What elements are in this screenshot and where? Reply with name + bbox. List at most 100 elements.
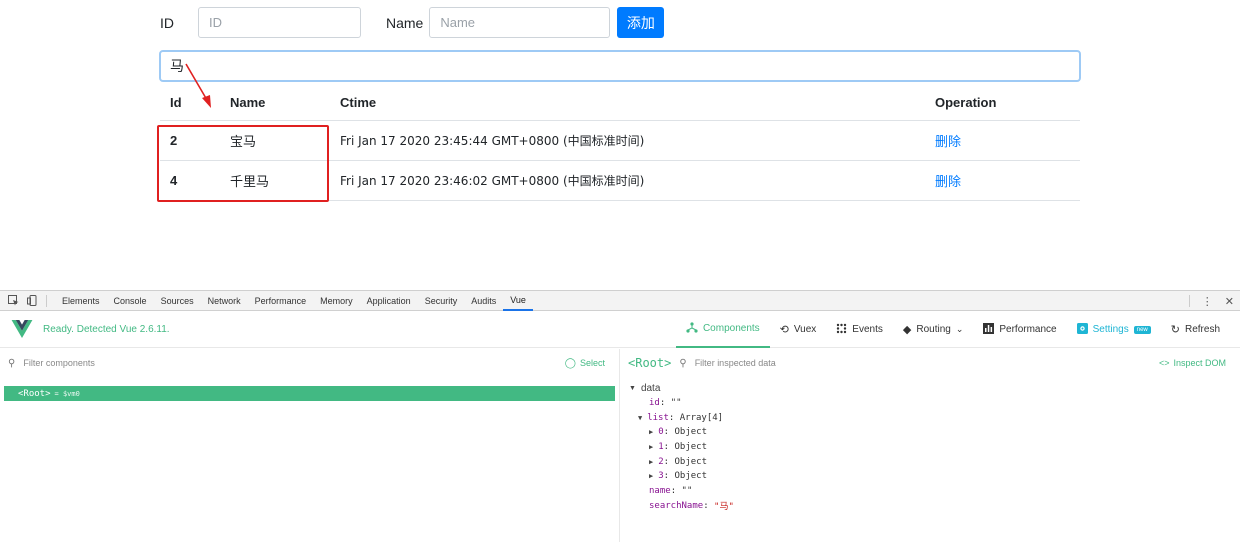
- settings-icon: [1076, 322, 1088, 337]
- inspect-dom-button[interactable]: <> Inspect DOM: [1159, 349, 1226, 377]
- nav-refresh[interactable]: ↻ Refresh: [1161, 311, 1230, 348]
- data-section[interactable]: ▼ data: [621, 381, 1240, 396]
- nav-settings-label: Settings: [1092, 324, 1129, 335]
- inspect-element-icon[interactable]: [7, 295, 19, 307]
- devtools-tabbar: Elements Console Sources Network Perform…: [0, 291, 1240, 311]
- tab-application[interactable]: Application: [360, 291, 418, 311]
- filter-components-row: ⚲ Filter components ◯ Select: [0, 349, 619, 377]
- code-icon: <>: [1158, 358, 1170, 368]
- colon: :: [663, 471, 675, 482]
- root-tag: <Root>: [18, 388, 51, 399]
- vue-status-text: Ready. Detected Vue 2.6.11.: [43, 323, 170, 335]
- field-value: "": [670, 398, 682, 409]
- routing-icon: ◆: [902, 324, 912, 336]
- field-value: Object: [674, 471, 707, 482]
- colon: :: [663, 456, 675, 467]
- colon: :: [703, 500, 715, 511]
- caret-right-icon: ▶: [649, 457, 654, 466]
- data-tree: ▼ data id: "" ▼ list: Array[4] ▶ 0: Object…: [621, 381, 1240, 513]
- search-icon: ⚲: [679, 357, 687, 369]
- bar-chart-icon: [983, 322, 995, 337]
- field-row: name: "": [621, 484, 1240, 499]
- tab-performance[interactable]: Performance: [248, 291, 314, 311]
- field-row[interactable]: ▼ list: Array[4]: [621, 410, 1240, 425]
- colon: :: [663, 427, 675, 438]
- vue-panes: ⚲ Filter components ◯ Select <Root> = $v…: [0, 349, 1240, 542]
- nav-routing[interactable]: ◆ Routing ⌄: [893, 311, 973, 348]
- colon: :: [668, 412, 680, 423]
- components-pane: ⚲ Filter components ◯ Select <Root> = $v…: [0, 349, 620, 542]
- inspect-dom-label: Inspect DOM: [1173, 358, 1226, 368]
- caret-down-icon: ▼: [638, 413, 643, 422]
- tab-vue[interactable]: Vue: [503, 291, 533, 311]
- select-button[interactable]: ◯ Select: [565, 349, 605, 377]
- caret-right-icon: ▶: [649, 472, 654, 481]
- field-value: Object: [674, 442, 707, 453]
- field-value: Object: [674, 427, 707, 438]
- field-key: id: [649, 398, 660, 409]
- field-value: "马": [714, 502, 734, 513]
- field-value: "": [681, 486, 693, 497]
- vue-nav: Components ⟲ Vuex Events ◆ Routing ⌄ Per…: [675, 311, 1230, 348]
- field-row[interactable]: ▶ 2: Object: [621, 454, 1240, 469]
- tab-security[interactable]: Security: [418, 291, 465, 311]
- filter-inspected-input[interactable]: Filter inspected data: [695, 358, 776, 368]
- tab-elements[interactable]: Elements: [55, 291, 107, 311]
- nav-events-label: Events: [852, 324, 883, 335]
- tab-network[interactable]: Network: [201, 291, 248, 311]
- tab-sources[interactable]: Sources: [154, 291, 201, 311]
- nav-performance[interactable]: Performance: [973, 311, 1066, 348]
- field-value: Array[4]: [679, 412, 724, 423]
- nav-vuex-label: Vuex: [793, 324, 817, 335]
- more-options-icon[interactable]: ⋮: [1202, 295, 1213, 308]
- divider: [1188, 295, 1190, 307]
- nav-events[interactable]: Events: [826, 311, 893, 348]
- caret-right-icon: ▶: [649, 443, 654, 452]
- devtools-controls: ⋮ ✕: [1188, 291, 1234, 311]
- colon: :: [663, 442, 675, 453]
- events-icon: [836, 323, 847, 337]
- search-icon: ⚲: [8, 357, 16, 369]
- filter-components-input[interactable]: Filter components: [23, 358, 95, 368]
- tab-audits[interactable]: Audits: [464, 291, 503, 311]
- nav-settings[interactable]: Settings new: [1067, 311, 1161, 348]
- device-toolbar-icon[interactable]: [26, 295, 38, 307]
- new-badge: new: [1133, 325, 1151, 334]
- target-icon: ◯: [564, 357, 576, 369]
- field-row: id: "": [621, 396, 1240, 411]
- component-tree-root[interactable]: <Root> = $vm0: [4, 386, 615, 401]
- root-vm: = $vm0: [54, 389, 80, 398]
- nav-vuex[interactable]: ⟲ Vuex: [770, 311, 827, 348]
- field-row[interactable]: ▶ 1: Object: [621, 440, 1240, 455]
- history-icon: ⟲: [779, 324, 789, 336]
- nav-performance-label: Performance: [999, 324, 1057, 335]
- divider: [46, 294, 47, 307]
- devtools-panel: Elements Console Sources Network Perform…: [0, 290, 1240, 542]
- colon: :: [659, 398, 671, 409]
- colon: :: [670, 486, 682, 497]
- chevron-down-icon: ⌄: [955, 324, 964, 334]
- caret-down-icon: ▼: [629, 384, 636, 392]
- field-key: name: [649, 486, 671, 497]
- field-row[interactable]: ▶ 0: Object: [621, 425, 1240, 440]
- vue-toolbar: Ready. Detected Vue 2.6.11. Components ⟲…: [0, 311, 1240, 348]
- close-icon[interactable]: ✕: [1225, 295, 1234, 308]
- field-key: searchName: [649, 500, 704, 511]
- select-label: Select: [579, 358, 605, 368]
- nav-routing-label: Routing: [916, 324, 951, 335]
- inspected-component: <Root>: [628, 356, 672, 370]
- field-row[interactable]: ▶ 3: Object: [621, 469, 1240, 484]
- inspector-pane: <Root> ⚲ Filter inspected data <> Inspec…: [621, 349, 1240, 542]
- field-row: searchName: "马": [621, 499, 1240, 514]
- nav-components-label: Components: [702, 323, 760, 334]
- data-section-label: data: [640, 382, 661, 394]
- annotation-arrow-icon: [185, 63, 211, 108]
- nav-components[interactable]: Components: [675, 311, 770, 348]
- inspector-header: <Root> ⚲ Filter inspected data <> Inspec…: [621, 349, 1240, 377]
- components-icon: [686, 321, 698, 336]
- vue-logo-icon: [11, 320, 33, 338]
- refresh-icon: ↻: [1170, 324, 1180, 336]
- tab-memory[interactable]: Memory: [313, 291, 360, 311]
- tab-console[interactable]: Console: [107, 291, 154, 311]
- field-value: Object: [674, 456, 707, 467]
